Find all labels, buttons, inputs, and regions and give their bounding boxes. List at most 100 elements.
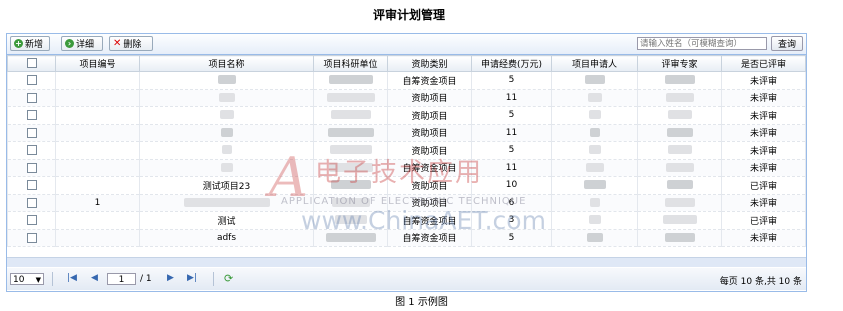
row-checkbox[interactable]	[26, 110, 37, 120]
page-size-select[interactable]: 10 ▼	[10, 273, 44, 285]
cell-applicant	[551, 106, 638, 125]
cell-funding-text: 5	[508, 232, 515, 243]
table-row[interactable]: 资助项目 5 未评审	[7, 106, 806, 125]
table-row[interactable]: 资助项目 11 未评审	[7, 89, 806, 107]
redacted-block	[218, 92, 235, 102]
cell-unit	[313, 141, 388, 160]
row-select-cell[interactable]	[7, 211, 56, 230]
column-header-applicant[interactable]: 项目申请人	[551, 55, 638, 72]
column-header-code[interactable]: 项目编号	[55, 55, 140, 72]
cell-expert	[637, 89, 722, 107]
add-button[interactable]: + 新增	[10, 36, 50, 51]
cell-funding-text: 10	[505, 180, 518, 191]
table-row[interactable]: 测试 自筹资金项目 3 已评审	[7, 211, 806, 230]
cell-category: 自筹资金项目	[387, 71, 472, 90]
cell-name	[139, 89, 314, 107]
cell-unit	[313, 159, 388, 177]
cell-code	[55, 89, 140, 107]
cell-reviewed: 未评审	[721, 124, 806, 142]
cell-funding-text: 11	[505, 162, 518, 173]
cell-unit	[313, 229, 388, 247]
column-header-category[interactable]: 资助类别	[387, 55, 472, 72]
delete-button[interactable]: ✕ 删除	[109, 36, 153, 51]
column-header-name[interactable]: 项目名称	[139, 55, 314, 72]
row-select-cell[interactable]	[7, 71, 56, 90]
pager: 10 ▼ |◀ ◀ 1 / 1 ▶ ▶| ⟳ 每页 10 条,共 10 条	[7, 268, 806, 290]
row-checkbox[interactable]	[26, 232, 37, 243]
detail-button[interactable]: › 详细	[61, 36, 103, 51]
cell-name	[139, 159, 314, 177]
cell-reviewed-text: 未评审	[749, 111, 777, 122]
redacted-block	[587, 92, 602, 102]
cell-expert	[637, 106, 722, 125]
cell-reviewed: 已评审	[721, 211, 806, 230]
row-select-cell[interactable]	[7, 229, 56, 247]
cell-reviewed-text: 未评审	[749, 129, 777, 140]
table-row[interactable]: adfs 自筹资金项目 5 未评审	[7, 229, 806, 247]
search-button[interactable]: 查询	[771, 36, 803, 51]
row-select-cell[interactable]	[7, 194, 56, 212]
search-input[interactable]	[637, 37, 767, 50]
pager-divider	[213, 272, 214, 286]
row-checkbox[interactable]	[26, 92, 37, 103]
cell-category-text: 自筹资金项目	[402, 216, 457, 227]
select-all-checkbox-header[interactable]	[7, 55, 56, 72]
column-header-funding[interactable]: 申请经费(万元)	[471, 55, 552, 72]
column-header-reviewed[interactable]: 是否已评审	[721, 55, 806, 72]
row-checkbox[interactable]	[26, 145, 37, 155]
cell-funding-text: 3	[508, 215, 515, 226]
cell-expert	[637, 124, 722, 142]
table-row[interactable]: 资助项目 11 未评审	[7, 124, 806, 142]
cell-expert	[637, 194, 722, 212]
cell-reviewed-text: 未评审	[749, 146, 777, 157]
redacted-block	[583, 180, 606, 190]
row-checkbox[interactable]	[26, 180, 37, 190]
row-select-cell[interactable]	[7, 106, 56, 125]
row-select-cell[interactable]	[7, 141, 56, 160]
row-select-cell[interactable]	[7, 89, 56, 107]
cell-category: 资助项目	[387, 176, 472, 195]
select-all-checkbox[interactable]	[26, 58, 37, 69]
next-page-icon[interactable]: ▶	[167, 273, 174, 283]
add-icon: +	[14, 39, 23, 48]
column-header-unit[interactable]: 项目科研单位	[313, 55, 388, 72]
cell-reviewed-text: 未评审	[749, 234, 777, 245]
table-row[interactable]: 资助项目 5 未评审	[7, 141, 806, 160]
cell-category: 自筹资金项目	[387, 211, 472, 230]
prev-page-icon[interactable]: ◀	[91, 273, 98, 283]
row-checkbox[interactable]	[26, 197, 37, 208]
cell-funding: 11	[471, 89, 552, 107]
table-row[interactable]: 自筹资金项目 11 未评审	[7, 159, 806, 177]
redacted-block	[330, 110, 371, 120]
first-page-icon[interactable]: |◀	[67, 273, 77, 283]
row-select-cell[interactable]	[7, 159, 56, 177]
cell-applicant	[551, 71, 638, 90]
row-select-cell[interactable]	[7, 124, 56, 142]
last-page-icon[interactable]: ▶|	[187, 273, 197, 283]
column-header-expert[interactable]: 评审专家	[637, 55, 722, 72]
cell-funding: 10	[471, 176, 552, 195]
row-checkbox[interactable]	[26, 127, 37, 138]
cell-code	[55, 71, 140, 90]
refresh-icon[interactable]: ⟳	[224, 272, 233, 285]
redacted-block	[219, 110, 234, 120]
cell-name-text: 测试	[217, 216, 236, 227]
detail-button-label: 详细	[76, 40, 95, 50]
row-select-cell[interactable]	[7, 176, 56, 195]
table-row[interactable]: 测试项目23 资助项目 10 已评审	[7, 176, 806, 195]
cell-name: adfs	[139, 229, 314, 247]
table-row[interactable]: 自筹资金项目 5 未评审	[7, 71, 806, 90]
current-page-input[interactable]: 1	[107, 273, 136, 285]
cell-code	[55, 159, 140, 177]
cell-funding-text: 5	[508, 75, 515, 86]
pager-info: 每页 10 条,共 10 条	[719, 277, 802, 287]
cell-name-text: 测试项目23	[202, 181, 251, 192]
row-checkbox[interactable]	[26, 75, 37, 85]
row-checkbox[interactable]	[26, 215, 37, 225]
cell-reviewed: 未评审	[721, 159, 806, 177]
row-checkbox[interactable]	[26, 162, 37, 173]
table-row[interactable]: 1 资助项目 6 未评审	[7, 194, 806, 212]
cell-category-text: 资助项目	[411, 146, 448, 157]
cell-funding-text: 11	[505, 127, 518, 138]
cell-applicant	[551, 176, 638, 195]
